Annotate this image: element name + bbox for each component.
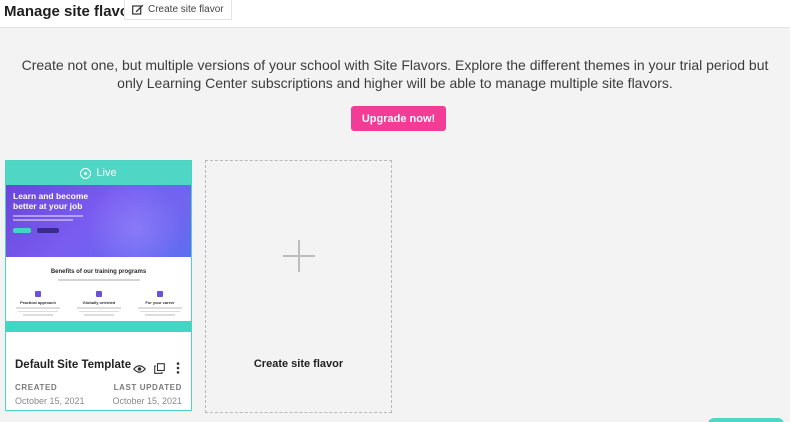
site-preview-thumbnail[interactable]: Learn and become better at your job Bene…	[6, 185, 191, 332]
preview-feature-line	[138, 307, 182, 309]
preview-hero-title: Learn and become better at your job	[13, 191, 89, 211]
preview-feature-line	[140, 310, 180, 312]
pencil-icon	[35, 291, 41, 297]
bar-chart-icon	[96, 291, 102, 297]
create-site-flavor-card-label: Create site flavor	[253, 358, 344, 370]
preview-hero-button	[13, 228, 31, 233]
last-updated-date: October 15, 2021	[112, 396, 182, 406]
preview-hero-button	[37, 228, 59, 233]
create-site-flavor-button[interactable]: Create site flavor	[124, 0, 232, 20]
preview-feature-name: Practical approach	[20, 300, 56, 305]
intro-text: Create not one, but multiple versions of…	[21, 57, 769, 91]
top-bar: Manage site flavors Create site flavor	[0, 0, 790, 28]
site-flavor-card[interactable]: Live Learn and become better at your job…	[5, 160, 192, 411]
preview-feature-line	[79, 310, 119, 312]
preview-benefits-title: Benefits of our training programs	[50, 269, 147, 275]
preview-feature-name: Globally oriented	[82, 300, 116, 305]
preview-hero: Learn and become better at your job	[6, 185, 191, 257]
copy-icon[interactable]	[154, 361, 165, 379]
preview-feature-name: For your career	[145, 300, 175, 305]
corner-button[interactable]	[708, 418, 784, 422]
preview-feature: For your career	[133, 291, 187, 316]
live-status-label: Live	[96, 167, 117, 179]
create-site-flavor-label: Create site flavor	[148, 4, 224, 15]
upgrade-now-button[interactable]: Upgrade now!	[351, 106, 446, 131]
created-date: October 15, 2021	[15, 396, 85, 406]
card-info: Default Site Template CREATED October 15…	[6, 332, 191, 410]
preview-feature-line	[145, 314, 175, 316]
plus-icon	[283, 240, 315, 272]
edit-square-icon	[132, 4, 144, 15]
preview-feature-line	[16, 307, 60, 309]
preview-hero-line	[13, 215, 83, 217]
live-status-bar: Live	[6, 161, 191, 185]
kebab-menu-icon[interactable]	[176, 361, 180, 379]
flag-icon	[157, 291, 163, 297]
created-label: CREATED	[15, 383, 58, 392]
eye-icon[interactable]	[133, 361, 146, 379]
preview-feature-line	[84, 314, 114, 316]
preview-feature-line	[23, 314, 53, 316]
preview-feature: Practical approach	[11, 291, 65, 316]
last-updated-label: LAST UPDATED	[113, 383, 182, 392]
create-site-flavor-card[interactable]: Create site flavor	[205, 160, 392, 413]
preview-feature-line	[18, 310, 58, 312]
preview-feature: Globally oriented	[72, 291, 126, 316]
live-pin-icon	[80, 167, 92, 179]
preview-benefits-subtitle	[58, 279, 140, 281]
preview-footer-band	[6, 321, 191, 332]
page-title: Manage site flavors	[4, 3, 144, 20]
preview-feature-line	[77, 307, 121, 309]
flavor-name: Default Site Template	[15, 359, 132, 371]
preview-hero-line	[13, 219, 73, 221]
